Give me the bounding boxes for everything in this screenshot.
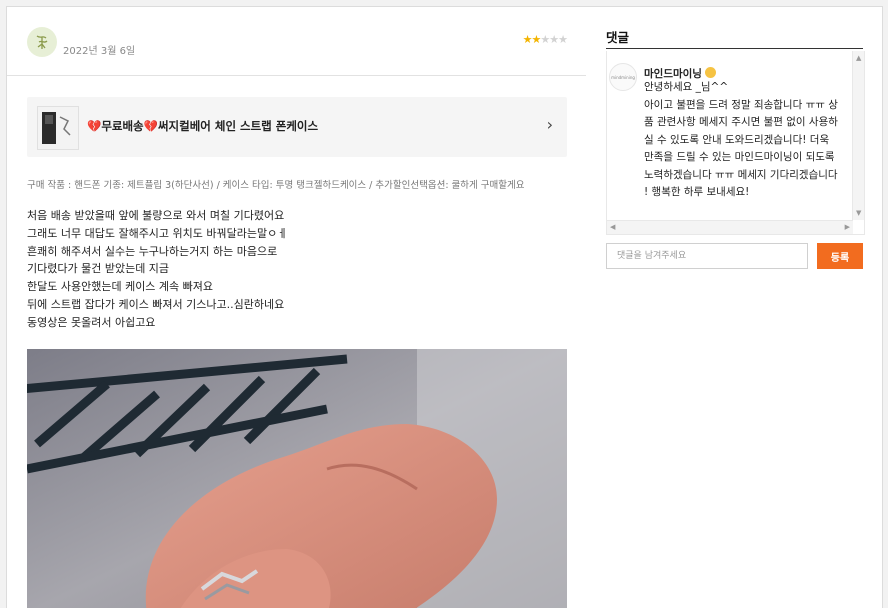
comment-line: 노력하겠습니다 ㅠㅠ 메세지 기다리겠습니다 [644,168,838,181]
review-date: 2022년 3월 6일 [63,46,136,57]
review-line: 기다렸다가 물건 받았는데 지금 [27,262,170,276]
comment-line: 품 관련사항 메세지 주시면 불편 없이 사용하 [644,116,838,128]
review-line: 동영상은 못올려서 아쉽고요 [27,315,156,329]
comment-line: 만족을 드릴 수 있는 마인드마이닝이 되도록 [644,151,835,163]
scroll-left-icon[interactable]: ◀ [610,223,615,231]
vertical-scrollbar[interactable]: ▲ ▼ [852,51,864,220]
product-link[interactable]: 💔무료배송💔써지컬베어 체인 스트랩 폰케이스 › [27,97,567,157]
star-filled-icon: ★ [522,33,533,46]
review-header: 2022년 3월 6일 ★★★★★ [7,7,587,76]
scroll-up-icon[interactable]: ▲ [856,54,861,62]
divider [606,48,863,49]
product-thumbnail [37,106,79,150]
review-line: 뒤에 스트랩 잡다가 케이스 빠져서 기스나고..심란하네요 [27,297,285,311]
comment-line: 실 수 있도록 안내 도와드리겠습니다! 더욱 [644,133,830,146]
comment-line: ! 행복한 하루 보내세요! [644,186,750,198]
avatar[interactable] [27,27,57,57]
scroll-right-icon[interactable]: ▶ [845,223,850,231]
reviewer-avatar-icon [36,35,48,49]
comment-line: 안녕하세요 _님^^ [644,81,729,93]
horizontal-scrollbar[interactable]: ◀ ▶ [607,220,853,234]
seller-badge-icon [704,67,716,78]
star-empty-icon: ★ [549,33,559,46]
purchase-option: 구매 작품 : 핸드폰 기종: 제트플립 3(하단사선) / 케이스 타입: 투… [27,180,525,191]
review-panel: 2022년 3월 6일 ★★★★★ 💔무료배송💔써지컬베어 체인 스트랩 폰케이… [6,6,588,608]
review-line: 그래도 너무 대답도 잘해주시고 위치도 바꿔달라는말ㅇㅔ [27,226,288,240]
comments-panel: 댓글 mindmining 마인드마이닝 안녕하세요 _님^^ 아이고 불편을 … [586,6,883,608]
comment-text: 안녕하세요 _님^^ 아이고 불편을 드려 정말 죄송합니다 ㅠㅠ 상 품 관련… [644,79,849,202]
submit-comment-button[interactable]: 등록 [817,243,863,269]
star-empty-icon: ★ [558,33,568,46]
comment-input[interactable] [606,243,808,269]
product-image [38,107,78,149]
review-line: 흔쾌히 해주셔서 실수는 누구나하는거지 하는 마음으로 [27,244,278,258]
review-photo-image [27,349,567,608]
scroll-down-icon[interactable]: ▼ [856,209,861,217]
review-photo[interactable] [27,349,567,608]
rating-stars: ★★★★★ [522,33,568,46]
avatar[interactable]: mindmining [609,63,637,91]
review-line: 한달도 사용안했는데 케이스 계속 빠져요 [27,280,214,294]
comment-list[interactable]: mindmining 마인드마이닝 안녕하세요 _님^^ 아이고 불편을 드려 … [606,51,865,235]
comments-title: 댓글 [606,30,630,45]
comment-line: 아이고 불편을 드려 정말 죄송합니다 ㅠㅠ 상 [644,98,838,111]
review-line: 처음 배송 받았을때 앞에 불량으로 와서 며칠 기다렸어요 [27,209,285,222]
review-text: 처음 배송 받았을때 앞에 불량으로 와서 며칠 기다렸어요 그래도 너무 대답… [27,207,572,332]
star-empty-icon: ★ [540,33,550,46]
chevron-right-icon: › [546,115,553,134]
product-name: 💔무료배송💔써지컬베어 체인 스트랩 폰케이스 [87,119,319,133]
